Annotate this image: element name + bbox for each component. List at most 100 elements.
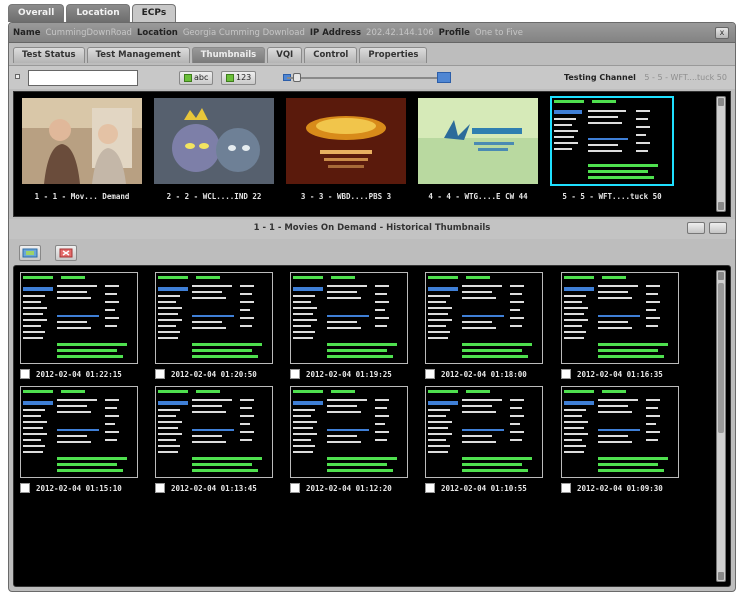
sort-abc-button[interactable]: abc [179,71,214,85]
tab-properties[interactable]: Properties [359,47,428,63]
program-guide-thumbnail [156,273,272,363]
tab-vqi[interactable]: VQI [267,47,303,63]
history-thumbnail-8[interactable] [290,386,408,478]
history-thumbnail-5[interactable] [561,272,679,364]
history-checkbox-7[interactable] [155,483,165,493]
history-item-6: 2012-02-04 01:15:10 [20,483,122,493]
program-guide-thumbnail [562,273,678,363]
history-checkbox-10[interactable] [561,483,571,493]
program-guide-thumbnail [156,387,272,477]
grid-scrollbar[interactable] [716,270,726,582]
minimize-button[interactable] [687,222,705,234]
history-timestamp-9: 2012-02-04 01:10:55 [441,483,527,493]
profile-label: Profile [438,27,470,38]
zoom-slider[interactable] [283,72,451,83]
history-thumbnail-3[interactable] [290,272,408,364]
strip-scrollbar[interactable] [716,96,726,212]
channel-label-2: 2 - 2 - WCL....IND 22 [166,192,262,201]
info-bar: Name CummingDownRoad Location Georgia Cu… [9,23,735,43]
history-thumbnail-10[interactable] [561,386,679,478]
program-guide-thumbnail [426,387,542,477]
close-button[interactable]: x [715,27,729,39]
history-header: 1 - 1 - Movies On Demand - Historical Th… [9,219,735,239]
history-title: 1 - 1 - Movies On Demand - Historical Th… [253,223,491,233]
thumbnail-toolbar: abc 123 Testing Channel 5 - 5 - WFT....t… [9,65,735,89]
channel-thumbnail-5[interactable] [550,96,674,186]
sort-123-label: 123 [236,73,252,82]
history-checkbox-6[interactable] [20,483,30,493]
history-timestamp-8: 2012-02-04 01:12:20 [306,483,392,493]
slider-thumb[interactable] [293,73,301,82]
search-input[interactable] [28,70,138,86]
channel-thumbnail-4[interactable] [418,98,538,184]
history-item-5: 2012-02-04 01:16:35 [561,369,663,379]
toolbar-toggle[interactable] [15,74,20,79]
history-thumbnail-1[interactable] [20,272,138,364]
detach-button[interactable] [709,222,727,234]
compare-icon [22,248,38,258]
testing-channel: Testing Channel 5 - 5 - WFT....tuck 50 [564,73,727,82]
ip-value: 202.42.144.106 [366,27,434,38]
history-checkbox-5[interactable] [561,369,571,379]
compare-button[interactable] [19,245,41,261]
profile-value: One to Five [474,27,524,38]
green-square-icon [184,74,192,82]
scroll-up-icon[interactable] [718,272,724,280]
talk-show-thumbnail [22,98,142,184]
scroll-thumb[interactable] [718,283,724,433]
history-checkbox-8[interactable] [290,483,300,493]
large-thumbnail-icon [437,72,451,83]
ecp-window: Name CummingDownRoad Location Georgia Cu… [8,22,736,592]
location-label: Location [136,27,178,38]
program-guide-thumbnail [21,273,137,363]
channel-thumbnail-2[interactable] [154,98,274,184]
tab-location[interactable]: Location [66,4,130,22]
scroll-down-icon[interactable] [718,572,724,580]
station-logo-thumbnail [286,98,406,184]
slider-track [287,77,437,79]
tab-ecps[interactable]: ECPs [131,4,177,22]
history-timestamp-7: 2012-02-04 01:13:45 [171,483,257,493]
history-thumbnail-7[interactable] [155,386,273,478]
history-checkbox-4[interactable] [425,369,435,379]
scroll-down-icon[interactable] [718,202,724,210]
tab-test-status[interactable]: Test Status [13,47,85,63]
historical-thumbnail-grid: 2012-02-04 01:22:15 2012-02-04 01:20:50 … [13,265,731,587]
history-checkbox-9[interactable] [425,483,435,493]
history-timestamp-4: 2012-02-04 01:18:00 [441,369,527,379]
channel-thumbnail-1[interactable] [22,98,142,184]
history-thumbnail-2[interactable] [155,272,273,364]
channel-label-1: 1 - 1 - Mov... Demand [34,192,130,201]
history-timestamp-5: 2012-02-04 01:16:35 [577,369,663,379]
tab-thumbnails[interactable]: Thumbnails [191,47,266,63]
subtab-bar: Test Status Test Management Thumbnails V… [13,47,428,63]
program-guide-thumbnail [291,273,407,363]
history-thumbnail-6[interactable] [20,386,138,478]
history-checkbox-1[interactable] [20,369,30,379]
history-item-1: 2012-02-04 01:22:15 [20,369,122,379]
tab-control[interactable]: Control [304,47,358,63]
testing-channel-value: 5 - 5 - WFT....tuck 50 [644,73,727,82]
channel-strip: 1 - 1 - Mov... Demand 2 - 2 - WCL....IND… [13,91,731,217]
delete-button[interactable] [55,245,77,261]
name-label: Name [13,27,41,38]
sort-abc-label: abc [194,73,209,82]
history-timestamp-2: 2012-02-04 01:20:50 [171,369,257,379]
channel-label-3: 3 - 3 - WBD....PBS 3 [300,192,392,201]
history-timestamp-6: 2012-02-04 01:15:10 [36,483,122,493]
channel-thumbnail-3[interactable] [286,98,406,184]
program-guide-thumbnail [552,98,672,184]
history-thumbnail-9[interactable] [425,386,543,478]
history-thumbnail-4[interactable] [425,272,543,364]
history-checkbox-3[interactable] [290,369,300,379]
scroll-up-icon[interactable] [718,98,724,106]
channel-label-4: 4 - 4 - WTG....E CW 44 [428,192,528,201]
tab-overall[interactable]: Overall [8,4,65,22]
program-guide-thumbnail [426,273,542,363]
tab-test-management[interactable]: Test Management [86,47,190,63]
history-checkbox-2[interactable] [155,369,165,379]
testing-channel-label: Testing Channel [563,73,636,82]
history-timestamp-3: 2012-02-04 01:19:25 [306,369,392,379]
program-guide-thumbnail [21,387,137,477]
sort-123-button[interactable]: 123 [221,71,257,85]
